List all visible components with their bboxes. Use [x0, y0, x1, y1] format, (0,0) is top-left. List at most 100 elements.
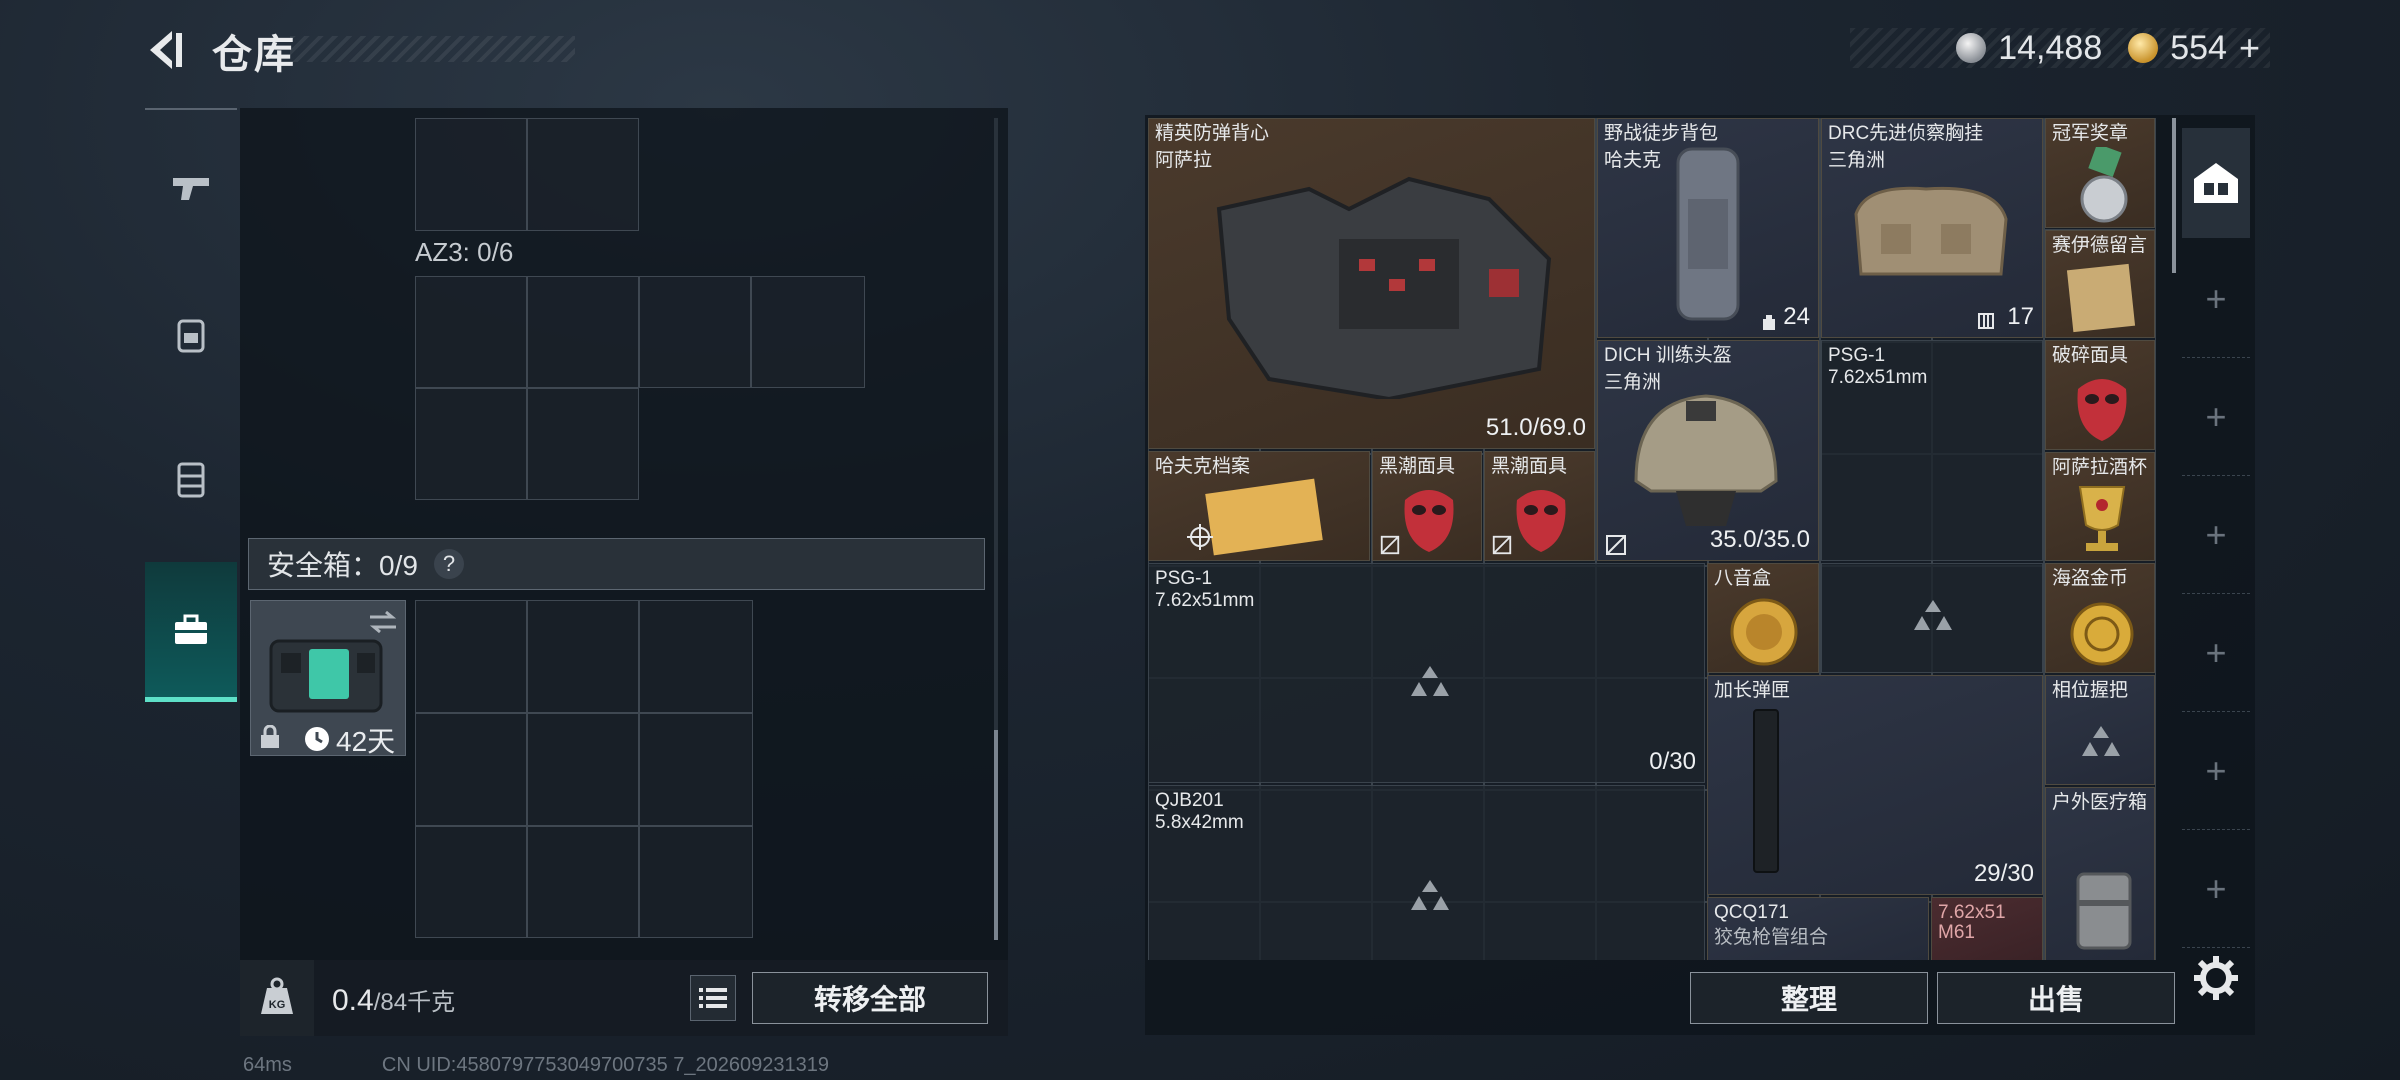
item-qcq171[interactable]: QCQ171 狡兔枪管组合 — [1707, 897, 1929, 960]
safebox-slot[interactable] — [415, 600, 527, 713]
safebox-slot[interactable] — [415, 826, 527, 938]
category-equipment[interactable] — [145, 265, 237, 405]
safebox-slot[interactable] — [639, 826, 753, 938]
add-tab-button[interactable]: + — [2182, 476, 2250, 594]
briefcase-icon — [175, 614, 207, 644]
gold-coin-icon — [2128, 33, 2159, 63]
add-tab-button[interactable]: + — [2182, 830, 2250, 948]
item-name: 海盗金币 — [2052, 568, 2129, 589]
weight-current: 0.4 — [332, 984, 374, 1017]
empty-weapon-slot[interactable] — [1821, 563, 2043, 673]
item-musicbox[interactable]: 八音盒 — [1707, 563, 1819, 673]
item-mask-1[interactable]: 黑潮面具 — [1372, 451, 1482, 561]
item-sub: 7.62x51mm — [1155, 590, 1255, 611]
item-broken-mask[interactable]: 破碎面具 — [2045, 340, 2155, 450]
item-name: QCQ171 — [1714, 902, 1789, 923]
item-mask-2[interactable]: 黑潮面具 — [1484, 451, 1595, 561]
lock-icon — [261, 725, 279, 748]
item-name: 加长弹匣 — [1714, 680, 1791, 701]
stash-tab-main[interactable] — [2182, 128, 2250, 238]
item-name: 阿萨拉酒杯 — [2052, 457, 2148, 478]
add-tab-button[interactable]: + — [2182, 712, 2250, 830]
item-qjb201[interactable]: QJB201 5.8x42mm — [1148, 785, 1705, 960]
az3-slot[interactable] — [639, 276, 751, 388]
help-button[interactable]: ? — [433, 549, 464, 579]
item-vest[interactable]: 精英防弹背心 阿萨拉 51.0/69.0 — [1148, 118, 1595, 449]
vest-icon — [177, 462, 205, 498]
item-pirate-coin[interactable]: 海盗金币 — [2045, 563, 2155, 673]
item-psg1-left[interactable]: PSG-1 7.62x51mm 0/30 — [1148, 563, 1705, 783]
add-currency-button[interactable]: + — [2239, 30, 2260, 66]
add-tab-button[interactable]: + — [2182, 594, 2250, 712]
coin-image — [2070, 602, 2134, 666]
item-capacity: 24 — [1783, 303, 1810, 330]
container-slot[interactable] — [415, 118, 527, 231]
safebox-slot[interactable] — [415, 713, 527, 826]
item-capacity: 17 — [2007, 303, 2034, 330]
safebox-label: 安全箱：0/9 — [267, 550, 418, 581]
settings-button[interactable] — [2190, 952, 2242, 1004]
left-scrollbar[interactable] — [994, 730, 998, 940]
medkit-image — [2076, 872, 2132, 950]
warehouse-icon — [2194, 163, 2238, 203]
safebox-slot[interactable] — [639, 600, 753, 713]
item-grip[interactable]: 相位握把 — [2045, 675, 2155, 785]
add-tab-button[interactable]: + — [2182, 358, 2250, 476]
no-insure-icon — [1492, 535, 1512, 555]
container-slot[interactable] — [527, 118, 639, 231]
item-medal[interactable]: 冠军奖章 — [2045, 118, 2155, 228]
backpack-icon — [177, 319, 205, 353]
weight-max: /84千克 — [373, 989, 456, 1016]
safebox-slot[interactable] — [527, 600, 639, 713]
az3-slot[interactable] — [751, 276, 865, 388]
currency-bar: 14,488 554 + — [1850, 28, 2270, 68]
item-helmet[interactable]: DICH 训练头盔 三角洲 35.0/35.0 — [1597, 340, 1819, 561]
item-chestrig[interactable]: DRC先进侦察胸挂 三角洲 17 — [1821, 118, 2043, 338]
ping-readout: 64ms — [243, 1054, 292, 1076]
item-file[interactable]: 哈夫克档案 — [1148, 451, 1370, 561]
item-name: PSG-1 — [1155, 568, 1213, 589]
list-view-button[interactable] — [690, 975, 736, 1021]
sort-button[interactable]: 整理 — [1690, 972, 1928, 1024]
add-tab-button[interactable]: + — [2182, 240, 2250, 358]
list-icon — [699, 988, 727, 1008]
gold-amount: 554 — [2170, 28, 2227, 67]
item-name: QJB201 — [1155, 790, 1224, 811]
cup-image — [2078, 486, 2126, 551]
backpack-image — [1676, 147, 1740, 321]
category-gear[interactable] — [145, 410, 237, 550]
safebox-slot[interactable] — [527, 826, 639, 938]
item-name: 哈夫克档案 — [1155, 456, 1251, 477]
clock-icon — [305, 727, 329, 751]
chevron-left-icon — [150, 31, 182, 69]
item-name: 黑潮面具 — [1491, 456, 1568, 477]
az3-slot[interactable] — [415, 276, 527, 388]
item-sub: 7.62x51mm — [1828, 367, 1928, 388]
category-safebox[interactable] — [145, 562, 237, 702]
item-name: 八音盒 — [1714, 568, 1772, 589]
az3-slot[interactable] — [415, 388, 527, 500]
stash-scrollbar[interactable] — [2172, 118, 2176, 273]
transfer-all-button[interactable]: 转移全部 — [752, 972, 988, 1024]
item-psg1-top[interactable]: PSG-1 7.62x51mm — [1821, 340, 2043, 561]
gear-icon — [2194, 956, 2238, 1000]
item-note[interactable]: 赛伊德留言 — [2045, 230, 2155, 338]
medal-image — [2080, 147, 2128, 223]
item-sub: 哈夫克 — [1604, 150, 1662, 171]
item-extended-mag[interactable]: 加长弹匣 29/30 — [1707, 675, 2043, 895]
item-backpack[interactable]: 野战徒步背包 哈夫克 24 — [1597, 118, 1819, 338]
safebox-slot[interactable] — [527, 713, 639, 826]
sell-button[interactable]: 出售 — [1937, 972, 2175, 1024]
safebox-slot[interactable] — [639, 713, 753, 826]
item-ammo[interactable]: 7.62x51 M61 — [1931, 897, 2043, 960]
back-button[interactable] — [140, 25, 190, 75]
item-name: PSG-1 — [1828, 345, 1886, 366]
title-decoration — [290, 36, 575, 62]
item-name: 赛伊德留言 — [2052, 235, 2148, 256]
az3-slot[interactable] — [527, 388, 639, 500]
category-weapons[interactable] — [145, 118, 237, 258]
placeholder-triangle-icon — [2082, 726, 2120, 756]
item-cup[interactable]: 阿萨拉酒杯 — [2045, 452, 2155, 561]
az3-slot[interactable] — [527, 276, 639, 388]
item-medkit[interactable]: 户外医疗箱 — [2045, 787, 2155, 960]
